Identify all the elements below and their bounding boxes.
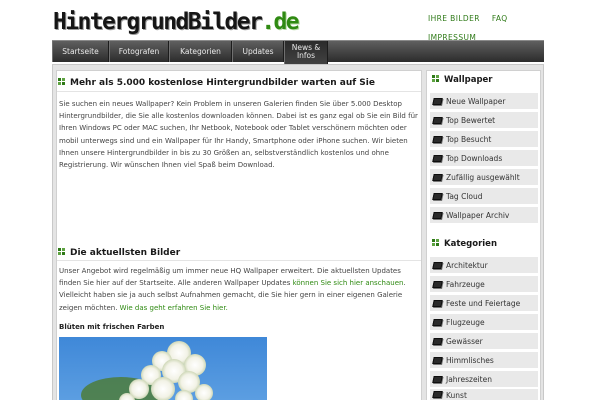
top-link-ihre-bilder[interactable]: IHRE BILDER [428, 12, 480, 25]
sidebar-item-architektur[interactable]: Architektur [430, 257, 538, 273]
latest-heading: Die aktuellsten Bilder [58, 248, 180, 258]
nav-tab-kategorien[interactable]: Kategorien [169, 41, 232, 62]
picture-icon [432, 299, 443, 307]
sidebar-item-label: Kunst [446, 391, 467, 400]
picture-icon [432, 97, 443, 105]
sidebar-item-label: Architektur [446, 260, 488, 270]
logo-text: HintergrundBilder [53, 9, 263, 35]
picture-icon [432, 173, 443, 181]
sidebar-title-text: Wallpaper [444, 75, 493, 85]
updates-link[interactable]: können Sie sich hier anschauen [293, 279, 404, 287]
top-link-faq[interactable]: FAQ [492, 12, 508, 25]
sidebar-item-label: Flugzeuge [446, 317, 485, 327]
nav-label: Kategorien [180, 47, 221, 56]
nav-tab-news-infos[interactable]: News & Infos [284, 41, 328, 65]
nav-label: Startseite [62, 47, 99, 56]
picture-icon [432, 211, 443, 219]
picture-icon [432, 192, 443, 200]
sidebar-item-kunst[interactable]: Kunst [430, 389, 538, 400]
sidebar-item-top-bewertet[interactable]: Top Bewertet [430, 112, 538, 128]
sidebar-title-text: Kategorien [444, 239, 497, 249]
picture-icon [432, 154, 443, 162]
sidebar-item-label: Jahreszeiten [446, 374, 492, 384]
sidebar-item-label: Fahrzeuge [446, 279, 485, 289]
wallpaper-thumbnail[interactable] [59, 337, 267, 400]
picture-icon [432, 391, 443, 398]
latest-heading-text: Die aktuellsten Bilder [70, 248, 181, 258]
blossom-image [81, 341, 213, 400]
picture-title: Blüten mit frischen Farben [59, 323, 165, 331]
site-logo[interactable]: HintergrundBilder .de [53, 7, 300, 37]
sidebar-item-label: Gewässer [446, 336, 483, 346]
sidebar-item-label: Himmlisches [446, 355, 494, 365]
sidebar-item-top-downloads[interactable]: Top Downloads [430, 150, 538, 166]
divider [57, 91, 421, 92]
sidebar-item-tag-cloud[interactable]: Tag Cloud [430, 188, 538, 204]
sidebar-item-label: Tag Cloud [446, 191, 483, 201]
sidebar-item-jahreszeiten[interactable]: Jahreszeiten [430, 371, 538, 387]
sidebar-item-feste[interactable]: Feste und Feiertage [430, 295, 538, 311]
sidebar-item-label: Neue Wallpaper [446, 96, 506, 106]
sidebar-item-label: Wallpaper Archiv [446, 210, 510, 220]
intro-heading-text: Mehr als 5.000 kostenlose Hintergrundbil… [70, 78, 375, 88]
sidebar-title-kategorien: Kategorien [432, 239, 497, 249]
sidebar-item-label: Feste und Feiertage [446, 298, 521, 308]
nav-tab-updates[interactable]: Updates [232, 41, 284, 62]
sidebar-item-wallpaper-archiv[interactable]: Wallpaper Archiv [430, 207, 538, 223]
sidebar-item-himmlisches[interactable]: Himmlisches [430, 352, 538, 368]
heading-bullet-icon [432, 75, 440, 83]
sidebar-item-label: Top Besucht [446, 134, 492, 144]
nav-tab-fotografen[interactable]: Fotografen [109, 41, 169, 62]
picture-icon [432, 318, 443, 326]
heading-bullet-icon [58, 248, 66, 256]
logo-domain: .de [261, 9, 299, 35]
top-links: IHRE BILDER FAQIMPRESSUM [428, 6, 548, 44]
divider [57, 260, 421, 261]
sidebar-item-label: Zufällig ausgewählt [446, 172, 520, 182]
latest-text: Unser Angebot wird regelmäßig um immer n… [59, 265, 419, 314]
picture-icon [432, 280, 443, 288]
heading-bullet-icon [432, 239, 440, 247]
sidebar-item-neue-wallpaper[interactable]: Neue Wallpaper [430, 93, 538, 109]
nav-label: Fotografen [118, 47, 160, 56]
sidebar-item-fahrzeuge[interactable]: Fahrzeuge [430, 276, 538, 292]
intro-heading: Mehr als 5.000 kostenlose Hintergrundbil… [58, 78, 375, 88]
own-gallery-link[interactable]: Wie das geht erfahren Sie hier. [120, 304, 228, 312]
picture-icon [432, 375, 443, 383]
nav-label: Updates [242, 47, 274, 56]
sidebar-item-zufaellig[interactable]: Zufällig ausgewählt [430, 169, 538, 185]
picture-icon [432, 116, 443, 124]
sidebar-item-flugzeuge[interactable]: Flugzeuge [430, 314, 538, 330]
heading-bullet-icon [58, 78, 66, 86]
picture-icon [432, 337, 443, 345]
sidebar-item-label: Top Bewertet [446, 115, 496, 125]
nav-label: News & Infos [291, 43, 321, 60]
nav-tab-startseite[interactable]: Startseite [52, 41, 109, 62]
intro-text: Sie suchen ein neues Wallpaper? Kein Pro… [59, 100, 418, 170]
sidebar-item-gewaesser[interactable]: Gewässer [430, 333, 538, 349]
picture-icon [432, 356, 443, 364]
picture-icon [432, 261, 443, 269]
picture-icon [432, 135, 443, 143]
sidebar-item-top-besucht[interactable]: Top Besucht [430, 131, 538, 147]
main-nav: Startseite Fotografen Kategorien Updates… [52, 40, 544, 65]
sidebar-title-wallpaper: Wallpaper [432, 75, 493, 85]
sidebar-item-label: Top Downloads [446, 153, 503, 163]
